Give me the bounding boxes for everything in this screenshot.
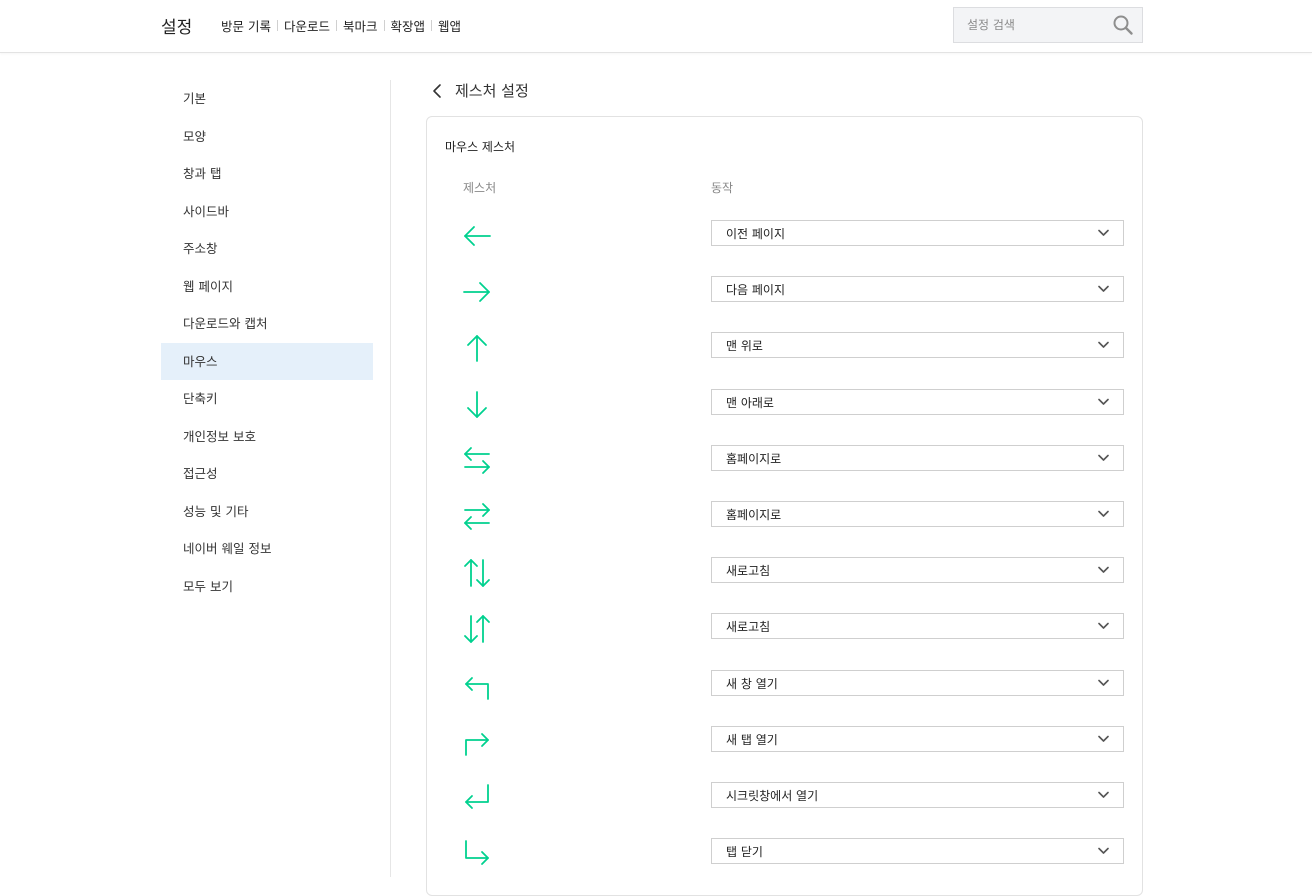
action-dropdown[interactable]: 새로고침 [711, 613, 1124, 640]
gesture-row: 홈페이지로 [427, 444, 1142, 501]
chevron-down-icon [1098, 847, 1109, 854]
action-column-header: 동작 [711, 181, 734, 195]
arrow-right-left-icon [464, 503, 490, 530]
sidebar-item[interactable]: 단축키 [161, 380, 373, 418]
back-chevron-icon[interactable] [430, 82, 446, 100]
gesture-row: 새 탭 열기 [427, 725, 1142, 782]
arrow-up-right-icon [465, 732, 489, 756]
gesture-column-header: 제스처 [463, 181, 497, 195]
sidebar-item[interactable]: 모양 [161, 118, 373, 156]
nav-separator [276, 20, 278, 31]
chevron-down-icon [1098, 398, 1109, 405]
arrow-left-right-icon [464, 446, 490, 474]
gesture-row: 이전 페이지 [427, 220, 1142, 276]
action-dropdown[interactable]: 홈페이지로 [711, 501, 1124, 527]
chevron-down-icon [1098, 229, 1109, 236]
page-title: 제스처 설정 [455, 82, 529, 100]
arrow-down-up-icon [464, 615, 490, 644]
app-title: 설정 [161, 18, 193, 38]
arrow-left-icon [464, 226, 491, 246]
gesture-row: 맨 아래로 [427, 388, 1142, 445]
gesture-row: 새로고침 [427, 557, 1142, 613]
arrow-down-left-icon [465, 784, 489, 809]
settings-sidebar: 기본 모양 창과 탭 사이드바 주소창 웹 페이지 다운로드와 캡처 마우스 단축키 개인정보 보… [161, 80, 373, 605]
action-dropdown[interactable]: 이전 페이지 [711, 220, 1124, 246]
sidebar-item[interactable]: 다운로드와 캡처 [161, 305, 373, 343]
chevron-down-icon [1098, 285, 1109, 292]
action-dropdown-value: 이전 페이지 [726, 227, 786, 241]
sidebar-item[interactable]: 마우스 [161, 342, 373, 380]
action-dropdown-value: 탭 닫기 [726, 845, 763, 860]
chevron-down-icon [1098, 510, 1109, 517]
action-dropdown[interactable]: 새 창 열기 [711, 669, 1124, 696]
top-nav: 방문 기록 다운로드 북마크 확장앱 웹앱 [221, 16, 461, 35]
action-dropdown-value: 맨 아래로 [726, 395, 774, 410]
action-dropdown[interactable]: 새로고침 [711, 557, 1124, 584]
sidebar-item[interactable]: 접근성 [161, 455, 373, 493]
action-dropdown[interactable]: 탭 닫기 [711, 838, 1124, 865]
action-dropdown[interactable]: 맨 아래로 [711, 388, 1124, 415]
gesture-row: 맨 위로 [427, 332, 1142, 388]
nav-separator [383, 20, 385, 31]
chevron-down-icon [1098, 623, 1109, 630]
chevron-down-icon [1098, 735, 1109, 742]
arrow-right-icon [463, 282, 490, 303]
gesture-row: 탭 닫기 [427, 838, 1142, 894]
action-dropdown-value: 홈페이지로 [726, 451, 782, 466]
sidebar-item[interactable]: 주소창 [161, 230, 373, 268]
nav-separator [336, 20, 337, 31]
arrow-up-down-icon [464, 559, 490, 588]
arrow-down-icon [467, 390, 487, 418]
gesture-row: 새로고침 [427, 613, 1142, 669]
chevron-down-icon [1098, 342, 1109, 349]
action-dropdown[interactable]: 다음 페이지 [711, 276, 1124, 303]
action-dropdown-value: 새로고침 [726, 564, 771, 579]
action-dropdown-value: 새 창 열기 [726, 676, 778, 691]
settings-search-input[interactable] [954, 8, 1104, 42]
sidebar-item[interactable]: 모두 보기 [161, 568, 373, 606]
sidebar-item[interactable]: 성능 및 기타 [161, 493, 373, 531]
action-dropdown[interactable]: 홈페이지로 [711, 444, 1124, 471]
chevron-down-icon [1098, 679, 1109, 686]
nav-downloads-link[interactable]: 다운로드 [284, 16, 330, 35]
action-dropdown[interactable]: 새 탭 열기 [711, 725, 1124, 752]
mouse-gesture-card: 마우스 제스처 제스처 동작 이전 페이지다음 페이지맨 위로맨 아래로홈페이지… [426, 116, 1143, 896]
top-header: 설정 방문 기록 다운로드 북마크 확장앱 웹앱 [0, 0, 1312, 53]
sidebar-item[interactable]: 기본 [161, 80, 373, 118]
arrow-down-right-icon [465, 840, 489, 866]
sidebar-divider [390, 80, 391, 877]
chevron-down-icon [1098, 791, 1109, 798]
search-icon[interactable] [1112, 14, 1134, 36]
nav-separator [431, 20, 433, 31]
action-dropdown-value: 다음 페이지 [726, 283, 786, 298]
gesture-row: 홈페이지로 [427, 501, 1142, 557]
chevron-down-icon [1098, 566, 1109, 573]
sidebar-item[interactable]: 네이버 웨일 정보 [161, 530, 373, 568]
action-dropdown-value: 맨 위로 [726, 339, 763, 354]
action-dropdown-value: 새로고침 [726, 620, 771, 635]
sidebar-item[interactable]: 개인정보 보호 [161, 418, 373, 456]
arrow-up-left-icon [465, 676, 489, 700]
nav-bookmarks-link[interactable]: 북마크 [343, 16, 378, 35]
gesture-row: 다음 페이지 [427, 276, 1142, 332]
action-dropdown[interactable]: 시크릿창에서 열기 [711, 782, 1124, 808]
gesture-row: 시크릿창에서 열기 [427, 782, 1142, 838]
action-dropdown-value: 홈페이지로 [726, 508, 782, 522]
section-title: 마우스 제스처 [445, 140, 516, 154]
sidebar-item[interactable]: 웹 페이지 [161, 268, 373, 306]
nav-webapps-link[interactable]: 웹앱 [438, 16, 461, 35]
arrow-up-icon [467, 335, 487, 363]
gesture-row: 새 창 열기 [427, 669, 1142, 726]
action-dropdown-value: 새 탭 열기 [726, 732, 778, 747]
action-dropdown-value: 시크릿창에서 열기 [726, 789, 819, 803]
nav-extensions-link[interactable]: 확장앱 [391, 16, 426, 35]
settings-search-box [953, 7, 1143, 43]
sidebar-item[interactable]: 사이드바 [161, 193, 373, 231]
action-dropdown[interactable]: 맨 위로 [711, 332, 1124, 359]
nav-history-link[interactable]: 방문 기록 [221, 16, 271, 35]
sidebar-item[interactable]: 창과 탭 [161, 155, 373, 193]
chevron-down-icon [1098, 454, 1109, 461]
